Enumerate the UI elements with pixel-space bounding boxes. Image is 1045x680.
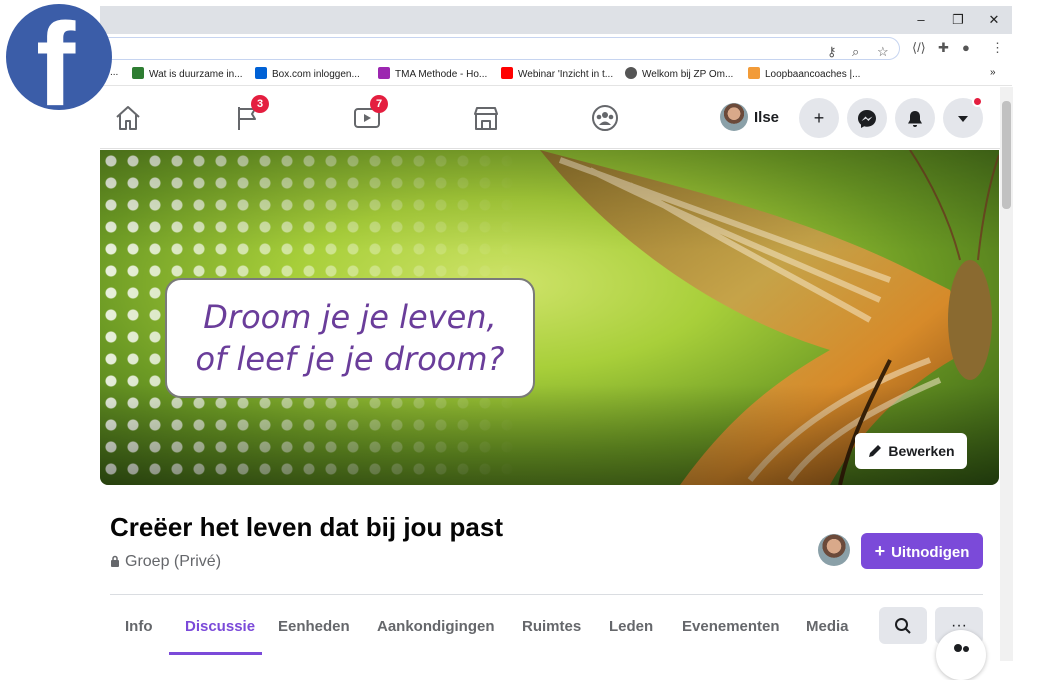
edit-cover-label: Bewerken — [888, 443, 955, 459]
profile-chip[interactable]: Ilse — [720, 103, 779, 133]
bookmark-favicon-icon — [625, 67, 637, 79]
notifications-button[interactable] — [895, 98, 935, 138]
account-icon[interactable]: ● — [962, 40, 970, 55]
watch-video-icon[interactable]: 7 — [352, 95, 388, 133]
tab-info[interactable]: Info — [125, 618, 153, 635]
address-bar[interactable]: ⚷ ⌕ ☆ — [100, 37, 900, 60]
browser-toolbar: ⚷ ⌕ ☆ ⟨/⟩ ✚ ● ⋮ — [100, 34, 1012, 62]
home-icon[interactable] — [113, 103, 143, 133]
plus-icon: + — [874, 541, 886, 561]
avatar — [720, 103, 748, 131]
header-divider — [110, 594, 983, 595]
browser-titlebar: – ❐ ✕ — [100, 6, 1012, 34]
close-window-button[interactable]: ✕ — [984, 12, 1004, 28]
bookmark-item[interactable]: Box.com inloggen... — [255, 67, 360, 80]
bell-icon — [908, 111, 922, 128]
tab-leden[interactable]: Leden — [609, 618, 653, 635]
group-privacy: Groep (Privé) — [110, 553, 221, 571]
facebook-logo-letter: f — [36, 4, 76, 110]
pages-flag-icon[interactable]: 3 — [233, 95, 269, 133]
bookmark-item[interactable]: Loopbaancoaches |... — [748, 67, 860, 80]
zoom-icon[interactable]: ⌕ — [852, 44, 859, 60]
key-icon[interactable]: ⚷ — [827, 44, 837, 60]
extension-code-icon[interactable]: ⟨/⟩ — [912, 40, 926, 56]
floating-people-button[interactable] — [936, 630, 986, 680]
puzzle-icon[interactable]: ✚ — [938, 40, 949, 56]
cover-quote-line: Droom je je leven, — [203, 298, 497, 336]
active-tab-indicator — [169, 652, 262, 655]
bookmark-favicon-icon — [378, 67, 390, 79]
pages-badge: 3 — [251, 95, 269, 113]
pencil-icon — [869, 445, 882, 457]
bookmark-favicon-icon — [255, 67, 267, 79]
tab-eenheden[interactable]: Eenheden — [278, 618, 350, 635]
bookmark-favicon-icon — [748, 67, 760, 79]
tab-evenementen[interactable]: Evenementen — [682, 618, 780, 635]
bookmark-favicon-icon — [501, 67, 513, 79]
account-menu-button[interactable] — [943, 96, 983, 138]
group-cover-photo: Droom je je leven, of leef je je droom? … — [100, 150, 999, 485]
invite-label: Uitnodigen — [891, 544, 970, 561]
facebook-logo: f — [6, 4, 112, 110]
bookmark-item[interactable]: Wat is duurzame in... — [132, 67, 243, 80]
bookmarks-more[interactable]: » — [990, 67, 996, 78]
edit-cover-button[interactable]: Bewerken — [855, 433, 967, 469]
bookmark-item[interactable]: Webinar 'Inzicht in t... — [501, 67, 613, 80]
star-icon[interactable]: ☆ — [877, 44, 889, 60]
bookmark-favicon-icon — [132, 67, 144, 79]
groups-icon[interactable] — [590, 103, 620, 133]
invite-button[interactable]: + Uitnodigen — [861, 533, 983, 569]
browser-menu-icon[interactable]: ⋮ — [991, 40, 1004, 56]
bookmark-item[interactable]: TMA Methode - Ho... — [378, 67, 487, 80]
create-button[interactable]: + — [799, 98, 839, 138]
facebook-nav: 3 7 Ilse + — [100, 87, 1000, 149]
tab-discussie[interactable]: Discussie — [185, 618, 255, 635]
bookmarks-bar: ... Wat is duurzame in... Box.com inlogg… — [100, 62, 1012, 86]
page-scrollbar[interactable] — [1000, 87, 1013, 661]
profile-name: Ilse — [754, 108, 780, 126]
cover-quote-line: of leef je je droom? — [195, 340, 505, 378]
tab-aankondigingen[interactable]: Aankondigingen — [377, 618, 495, 635]
caret-down-icon — [958, 116, 968, 123]
messenger-button[interactable] — [847, 98, 887, 138]
marketplace-icon[interactable] — [471, 103, 501, 133]
member-avatar[interactable] — [818, 534, 850, 566]
cover-quote-box: Droom je je leven, of leef je je droom? — [165, 278, 535, 398]
bookmark-item[interactable]: Welkom bij ZP Om... — [625, 67, 733, 80]
people-icon — [954, 644, 969, 652]
group-title: Creëer het leven dat bij jou past — [110, 512, 503, 542]
scroll-thumb[interactable] — [1002, 101, 1011, 209]
tab-media[interactable]: Media — [806, 618, 849, 635]
messenger-icon — [858, 110, 876, 129]
bookmark-item[interactable]: ... — [110, 67, 118, 78]
lock-icon — [111, 555, 119, 567]
search-button[interactable] — [879, 607, 927, 644]
watch-badge: 7 — [370, 95, 388, 113]
tab-ruimtes[interactable]: Ruimtes — [522, 618, 581, 635]
search-icon — [895, 617, 911, 634]
minimize-button[interactable]: – — [911, 12, 931, 27]
restore-button[interactable]: ❐ — [948, 12, 968, 28]
account-alert-dot — [972, 96, 983, 107]
group-privacy-label: Groep (Privé) — [125, 553, 222, 570]
